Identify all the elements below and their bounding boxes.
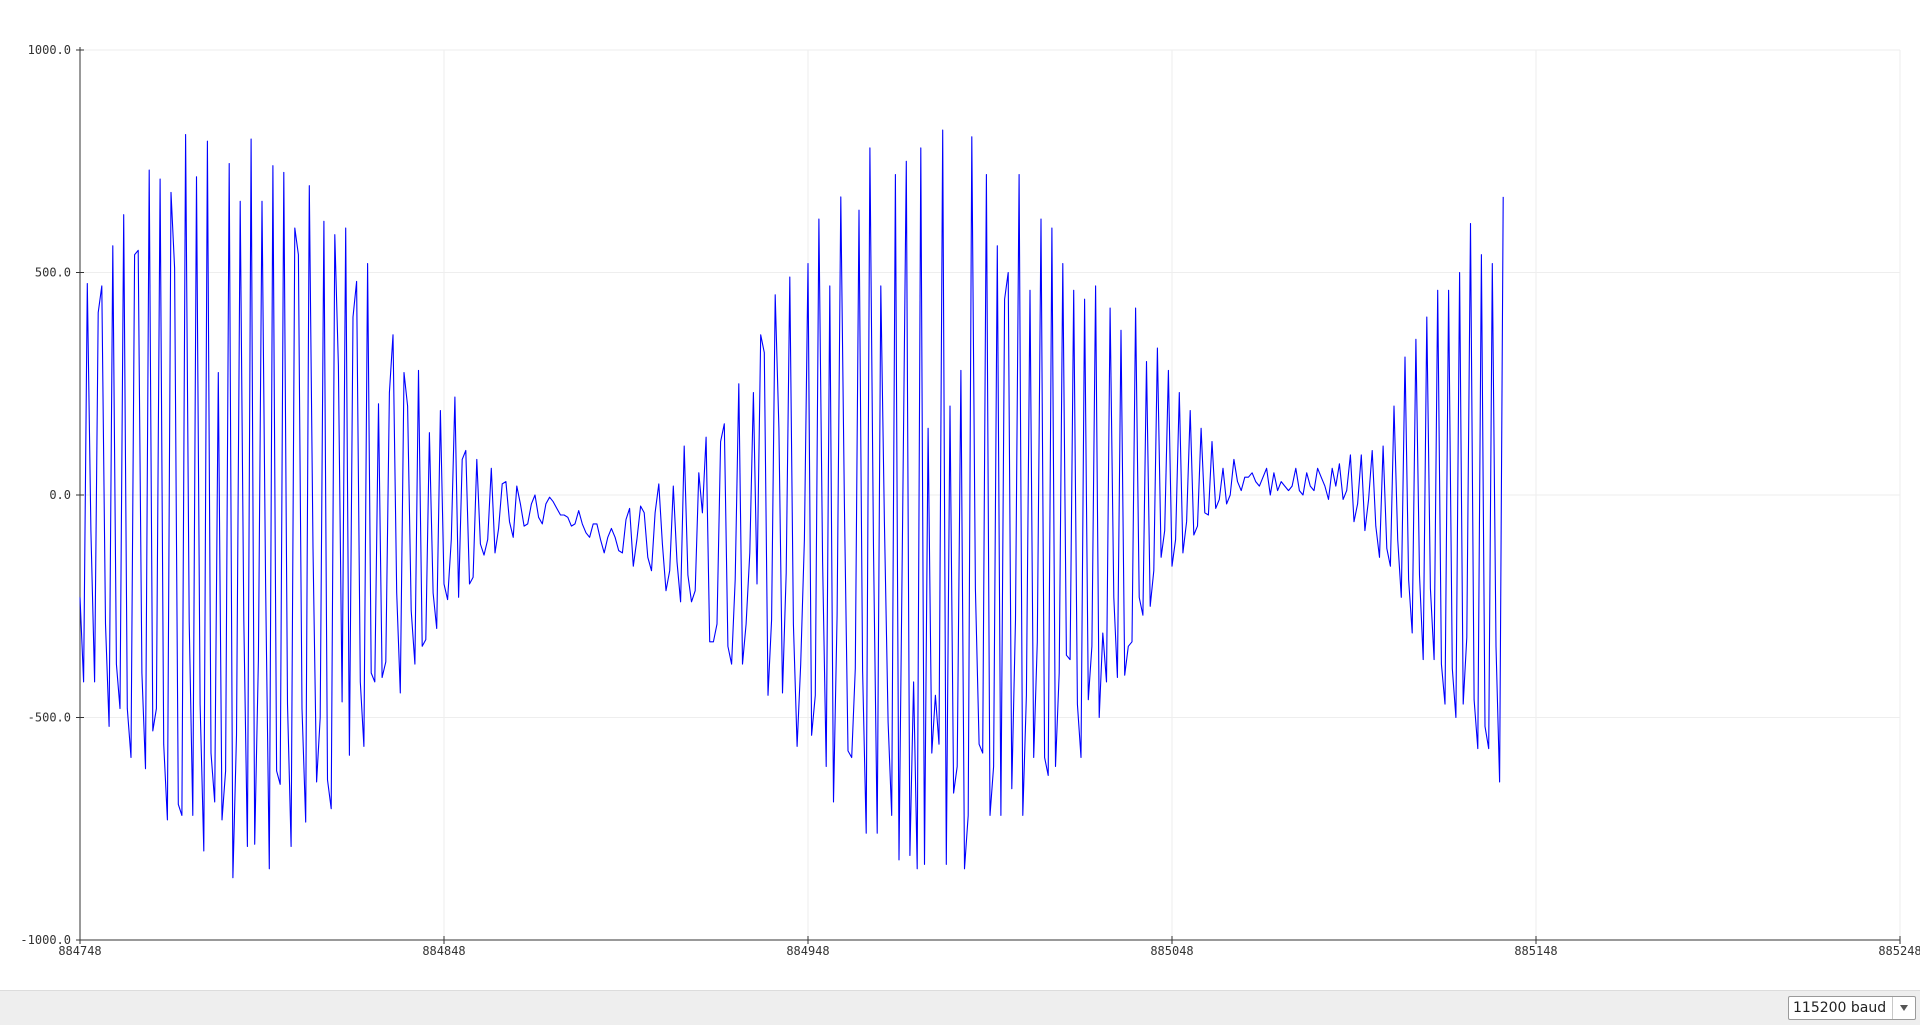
chevron-down-icon[interactable] (1892, 997, 1915, 1019)
y-tick-label: 1000.0 (28, 43, 71, 57)
x-tick-label: 885148 (1514, 944, 1557, 958)
y-tick-label: 500.0 (35, 266, 71, 280)
plot-canvas: 1000.0500.00.0-500.0-1000.0884748 884848 8… (20, 43, 1920, 958)
series-line (79, 129, 1504, 879)
baud-rate-value: 115200 baud (1793, 1000, 1887, 1016)
x-tick-label: 885048 (1150, 944, 1193, 958)
x-tick-label: 885248 (1878, 944, 1920, 958)
x-tick-label: 884848 (422, 944, 465, 958)
y-tick-label: -500.0 (28, 711, 71, 725)
x-tick-label: 884948 (786, 944, 829, 958)
status-bar: 115200 baud (0, 990, 1920, 1025)
baud-rate-select[interactable]: 115200 baud (1788, 996, 1916, 1020)
serial-plotter: 1000.0 500.0 0.0 -500.0 -1000.0 884748 884848 8… (0, 0, 1920, 990)
y-tick-label: 0.0 (49, 488, 71, 502)
x-tick-label: 884748 (58, 944, 101, 958)
